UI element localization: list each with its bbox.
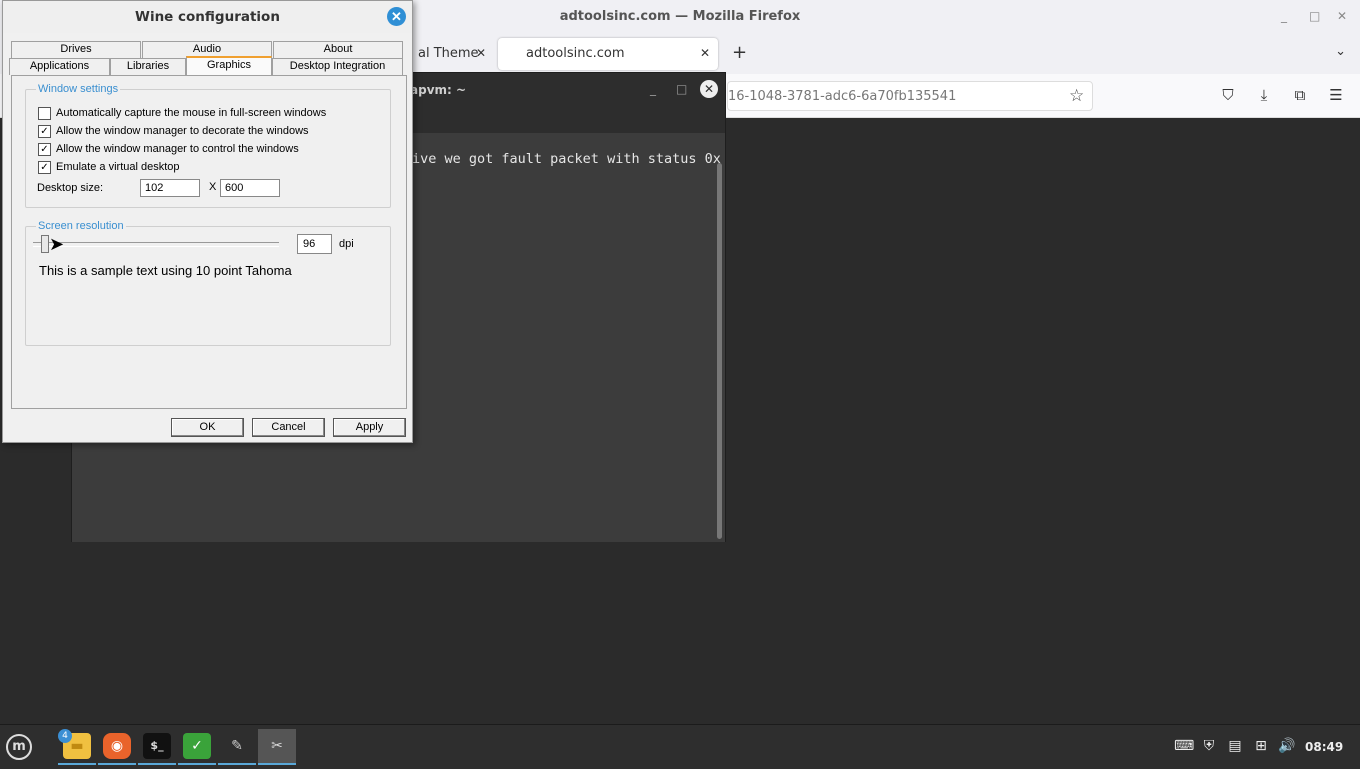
virtual-desktop-checkbox[interactable]: ✓ bbox=[38, 161, 51, 174]
mouse-cursor-icon: ➤ bbox=[49, 234, 65, 254]
taskbar: m ▬ 4 ◉ $_ ✓ ✎ ✂ ⌨ ⛨ ▤ ⊞ 🔊 08:49 bbox=[0, 724, 1360, 769]
control-windows-checkbox[interactable]: ✓ bbox=[38, 143, 51, 156]
firefox-close-button[interactable]: ✕ bbox=[1337, 9, 1347, 23]
taskbar-shield[interactable]: ✓ bbox=[178, 729, 216, 765]
terminal-output-line: ive we got fault packet with status 0x bbox=[412, 151, 721, 167]
security-shield-icon[interactable]: ⛨ bbox=[1199, 738, 1219, 754]
wine-dialog-title: Wine configuration bbox=[135, 9, 280, 25]
capture-mouse-checkbox[interactable] bbox=[38, 107, 51, 120]
desktop-height-input[interactable] bbox=[220, 179, 280, 197]
volume-icon[interactable]: 🔊 bbox=[1277, 738, 1297, 754]
clock[interactable]: 08:49 bbox=[1305, 740, 1343, 754]
tab-label: al Theme bbox=[418, 46, 479, 61]
desktop-size-x-label: X bbox=[209, 181, 217, 193]
network-icon[interactable]: ⊞ bbox=[1251, 738, 1271, 754]
close-icon[interactable]: ✕ bbox=[700, 46, 710, 60]
firefox-minimize-button[interactable]: _ bbox=[1281, 9, 1287, 23]
wine-close-button[interactable]: ✕ bbox=[387, 7, 406, 26]
usb-stick-icon: ✎ bbox=[231, 738, 243, 754]
shield-icon: ✓ bbox=[183, 733, 211, 759]
clipboard-icon[interactable]: ▤ bbox=[1225, 738, 1245, 754]
list-all-tabs-icon[interactable]: ⌄ bbox=[1335, 44, 1346, 59]
tab-drives[interactable]: Drives bbox=[11, 41, 141, 58]
terminal-title: apvm: ~ bbox=[410, 83, 467, 97]
tab-label: adtoolsinc.com bbox=[526, 46, 625, 61]
url-text: 16-1048-3781-adc6-6a70fb135541 bbox=[728, 89, 957, 104]
dpi-input[interactable] bbox=[297, 234, 332, 254]
url-bar[interactable]: 16-1048-3781-adc6-6a70fb135541 bbox=[727, 81, 1093, 111]
screen-resolution-legend: Screen resolution bbox=[36, 220, 126, 232]
decorate-windows-checkbox[interactable]: ✓ bbox=[38, 125, 51, 138]
terminal-close-button[interactable]: ✕ bbox=[700, 80, 718, 98]
tab-graphics[interactable]: Graphics bbox=[186, 56, 272, 75]
dpi-unit-label: dpi bbox=[339, 238, 354, 250]
new-tab-button[interactable]: + bbox=[732, 42, 747, 63]
wine-titlebar: Wine configuration ✕ bbox=[3, 1, 412, 33]
terminal-icon: $_ bbox=[143, 733, 171, 759]
window-settings-legend: Window settings bbox=[36, 83, 121, 95]
taskbar-wine-config[interactable]: ✂ bbox=[258, 729, 296, 765]
firefox-icon: ◉ bbox=[103, 733, 131, 759]
terminal-maximize-button[interactable]: □ bbox=[676, 82, 687, 96]
tab-adtoolsinc[interactable]: adtoolsinc.com ✕ bbox=[498, 38, 718, 70]
taskbar-firefox[interactable]: ◉ bbox=[98, 729, 136, 765]
tab-applications[interactable]: Applications bbox=[9, 58, 110, 75]
tab-about[interactable]: About bbox=[273, 41, 403, 58]
capture-mouse-label: Automatically capture the mouse in full-… bbox=[56, 107, 327, 119]
taskbar-usb[interactable]: ✎ bbox=[218, 729, 256, 765]
wine-config-icon: ✂ bbox=[271, 738, 283, 754]
terminal-minimize-button[interactable]: _ bbox=[650, 82, 656, 96]
notification-badge: 4 bbox=[58, 729, 72, 743]
font-sample-text: This is a sample text using 10 point Tah… bbox=[39, 263, 292, 278]
wine-config-dialog: Wine configuration ✕ Drives Audio About … bbox=[2, 0, 413, 443]
downloads-icon[interactable]: ⤓ bbox=[1253, 86, 1275, 104]
dpi-slider-track[interactable] bbox=[33, 242, 279, 247]
app-menu-icon[interactable]: ☰ bbox=[1325, 86, 1347, 104]
virtual-desktop-label: Emulate a virtual desktop bbox=[56, 161, 180, 173]
bookmark-star-icon[interactable]: ☆ bbox=[1069, 86, 1084, 106]
taskbar-terminal[interactable]: $_ bbox=[138, 729, 176, 765]
firefox-maximize-button[interactable]: □ bbox=[1309, 9, 1320, 23]
tab-desktop-integration[interactable]: Desktop Integration bbox=[272, 58, 403, 75]
taskbar-files[interactable]: ▬ 4 bbox=[58, 729, 96, 765]
ok-button[interactable]: OK bbox=[171, 418, 244, 437]
pocket-icon[interactable]: ⛉ bbox=[1217, 86, 1239, 104]
keyboard-layout-icon[interactable]: ⌨ bbox=[1174, 738, 1194, 754]
desktop-width-input[interactable] bbox=[140, 179, 200, 197]
cancel-button[interactable]: Cancel bbox=[252, 418, 325, 437]
start-menu-button[interactable]: m bbox=[6, 734, 32, 760]
close-icon[interactable]: ✕ bbox=[476, 46, 486, 60]
control-windows-label: Allow the window manager to control the … bbox=[56, 143, 299, 155]
decorate-windows-label: Allow the window manager to decorate the… bbox=[56, 125, 309, 137]
extensions-icon[interactable]: ⧉ bbox=[1289, 86, 1311, 104]
tab-libraries[interactable]: Libraries bbox=[110, 58, 186, 75]
apply-button[interactable]: Apply bbox=[333, 418, 406, 437]
tab-theme[interactable]: al Theme ✕ bbox=[408, 38, 494, 70]
desktop-size-label: Desktop size: bbox=[37, 182, 104, 194]
terminal-scrollbar[interactable] bbox=[717, 163, 722, 539]
dpi-slider-thumb[interactable] bbox=[41, 235, 49, 253]
